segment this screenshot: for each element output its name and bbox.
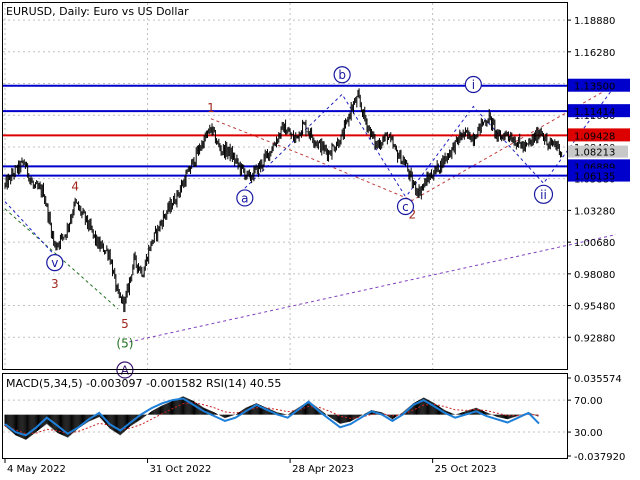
indicator-tick-label: 30.00	[574, 428, 603, 439]
price-tick-label: 0.92880	[574, 333, 615, 344]
wave-label: 4	[71, 179, 79, 193]
price-tick-label: 1.18880	[574, 16, 615, 27]
indicator-tick-label: 0.035574	[574, 374, 622, 385]
wave-label: 3	[51, 277, 59, 291]
level-price-tag-label: 1.13500	[574, 82, 615, 93]
indicator-tick-label: 70.00	[574, 396, 603, 407]
date-tick-label: 25 Oct 2023	[435, 464, 497, 475]
date-tick-label: 31 Oct 2022	[150, 464, 212, 475]
eurusd-daily-chart: 12345(5)Avabciii 1.188801.162801.136801.…	[0, 0, 640, 480]
chart-title: EURUSD, Daily: Euro vs US Dollar	[6, 5, 189, 18]
wave-label: i	[472, 78, 475, 92]
price-tick-label: 1.03280	[574, 206, 615, 217]
wave-label: (5)	[116, 337, 133, 351]
level-price-tag-label: 1.06135	[574, 172, 615, 183]
wave-label: b	[338, 68, 346, 82]
date-tick-label: 4 May 2022	[7, 464, 66, 475]
wave-label: A	[121, 363, 130, 377]
wave-label: ii	[540, 188, 547, 202]
date-tick-label: 28 Apr 2023	[292, 464, 354, 475]
indicator-title: MACD(5,34,5) -0.003097 -0.001582 RSI(14)…	[6, 377, 281, 390]
level-price-tag-label: 1.11414	[574, 107, 615, 118]
wave-label: v	[51, 256, 58, 270]
price-tick-label: 1.16280	[574, 48, 615, 59]
price-tick-label: 0.98080	[574, 270, 615, 281]
wave-label: 5	[121, 317, 129, 331]
price-tick-label: 1.00680	[574, 238, 615, 249]
price-tick-label: 0.95480	[574, 302, 615, 313]
wave-label: a	[241, 191, 248, 205]
wave-label: c	[402, 200, 409, 214]
current-price-tag-label: 1.08213	[574, 148, 615, 159]
indicator-tick-label: -0.037920	[574, 452, 625, 463]
wave-label: 1	[207, 101, 215, 115]
level-price-tag-label: 1.09428	[574, 131, 615, 142]
